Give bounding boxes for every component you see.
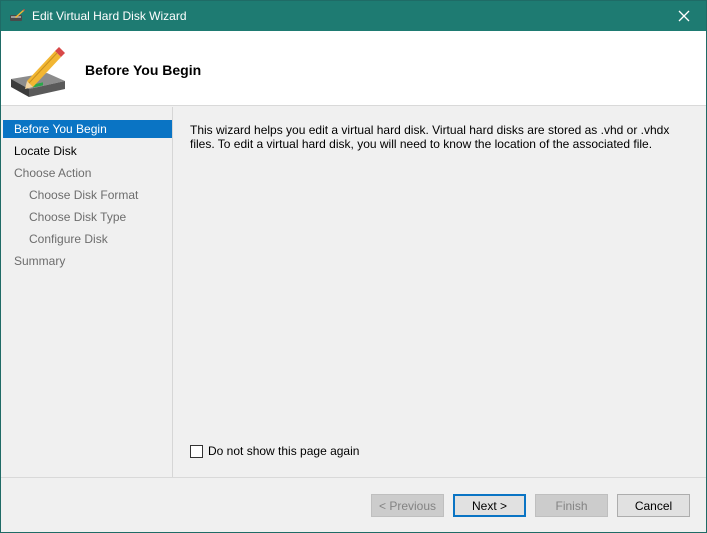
nav-item-before-you-begin[interactable]: Before You Begin (3, 120, 172, 138)
wizard-window: Edit Virtual Hard Disk Wizard Before You… (0, 0, 707, 533)
nav-item-choose-disk-type: Choose Disk Type (29, 210, 127, 224)
do-not-show-again-checkbox[interactable] (190, 444, 203, 458)
window-title: Edit Virtual Hard Disk Wizard (32, 9, 187, 23)
nav-item-summary: Summary (14, 254, 66, 268)
title-bar[interactable]: Edit Virtual Hard Disk Wizard (1, 1, 706, 31)
edit-disk-icon (11, 47, 65, 97)
do-not-show-again-label: Do not show this page again (208, 444, 360, 458)
disk-wizard-app-icon (10, 9, 25, 21)
previous-button: < Previous (371, 494, 444, 517)
close-button[interactable] (662, 1, 706, 31)
nav-item-configure-disk: Configure Disk (29, 232, 108, 246)
content-pane: This wizard helps you edit a virtual har… (174, 107, 706, 477)
description-text: This wizard helps you edit a virtual har… (190, 123, 670, 151)
page-title: Before You Begin (85, 62, 202, 78)
next-button[interactable]: Next > (453, 494, 526, 517)
nav-item-choose-disk-format: Choose Disk Format (29, 188, 139, 202)
wizard-steps-nav: Before You Begin Locate Disk Choose Acti… (1, 107, 173, 477)
wizard-header: Before You Begin (1, 31, 706, 106)
cancel-button[interactable]: Cancel (617, 494, 690, 517)
do-not-show-again-checkbox-row[interactable]: Do not show this page again (190, 444, 359, 458)
finish-button: Finish (535, 494, 608, 517)
button-bar: < Previous Next > Finish Cancel (1, 477, 706, 532)
close-icon (678, 10, 690, 22)
nav-item-choose-action: Choose Action (14, 166, 92, 180)
nav-item-locate-disk[interactable]: Locate Disk (3, 142, 172, 160)
